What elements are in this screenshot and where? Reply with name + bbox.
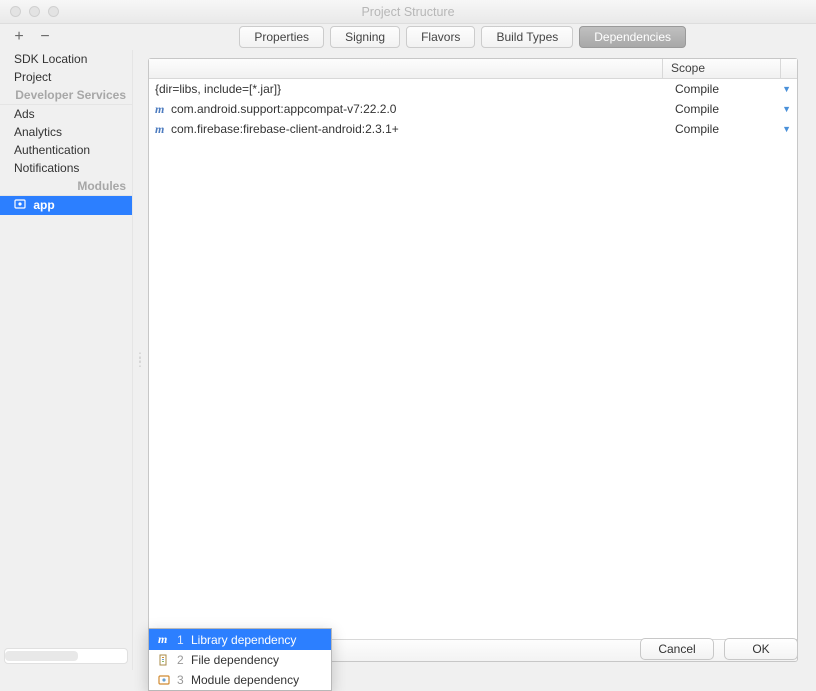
tab-signing[interactable]: Signing bbox=[330, 26, 400, 48]
chevron-down-icon: ▼ bbox=[782, 84, 791, 94]
sidebar-item-authentication[interactable]: Authentication bbox=[0, 141, 132, 159]
dependency-cell: m com.firebase:firebase-client-android:2… bbox=[149, 122, 675, 137]
column-header-dependency[interactable] bbox=[149, 59, 663, 78]
sidebar-heading-developer-services: Developer Services bbox=[0, 86, 132, 105]
window-zoom-icon[interactable] bbox=[48, 6, 59, 17]
menu-item-label: Library dependency bbox=[191, 633, 296, 647]
sidebar-item-project[interactable]: Project bbox=[0, 68, 132, 86]
tab-flavors[interactable]: Flavors bbox=[406, 26, 475, 48]
scope-value: Compile bbox=[675, 102, 719, 116]
scope-cell[interactable]: Compile ▼ bbox=[675, 82, 797, 96]
tab-dependencies[interactable]: Dependencies bbox=[579, 26, 686, 48]
add-module-button[interactable]: + bbox=[12, 28, 26, 46]
menu-item-file-dependency[interactable]: 2 File dependency bbox=[149, 650, 331, 670]
sidebar-item-label: app bbox=[33, 198, 54, 212]
dependency-label: com.firebase:firebase-client-android:2.3… bbox=[171, 122, 399, 136]
table-row[interactable]: m com.firebase:firebase-client-android:2… bbox=[149, 119, 797, 139]
maven-icon: m bbox=[155, 102, 167, 117]
tab-build-types[interactable]: Build Types bbox=[481, 26, 573, 48]
tab-properties[interactable]: Properties bbox=[239, 26, 324, 48]
menu-item-library-dependency[interactable]: m 1 Library dependency bbox=[149, 629, 331, 650]
splitter[interactable]: ⋮⋮ bbox=[133, 50, 140, 670]
menu-shortcut-number: 3 bbox=[177, 673, 185, 687]
sidebar-item-analytics[interactable]: Analytics bbox=[0, 123, 132, 141]
scope-value: Compile bbox=[675, 122, 719, 136]
toolbar: + − Properties Signing Flavors Build Typ… bbox=[0, 24, 816, 50]
menu-item-label: File dependency bbox=[191, 653, 279, 667]
titlebar: Project Structure bbox=[0, 0, 816, 24]
table-body: {dir=libs, include=[*.jar]} Compile ▼ m … bbox=[149, 79, 797, 639]
maven-icon: m bbox=[157, 632, 171, 647]
maven-icon: m bbox=[155, 122, 167, 137]
scope-cell[interactable]: Compile ▼ bbox=[675, 122, 797, 136]
remove-module-button[interactable]: − bbox=[38, 28, 52, 46]
window-minimize-icon[interactable] bbox=[29, 6, 40, 17]
ok-button[interactable]: OK bbox=[724, 638, 798, 660]
dependencies-table: Scope {dir=libs, include=[*.jar]} Compil… bbox=[148, 58, 798, 662]
sidebar-item-app[interactable]: app bbox=[0, 196, 132, 215]
menu-shortcut-number: 2 bbox=[177, 653, 185, 667]
sidebar-item-ads[interactable]: Ads bbox=[0, 105, 132, 123]
file-icon bbox=[157, 654, 171, 666]
module-icon bbox=[157, 674, 171, 686]
sidebar: SDK Location Project Developer Services … bbox=[0, 50, 133, 670]
window-title: Project Structure bbox=[8, 5, 808, 19]
sidebar-heading-modules: Modules bbox=[0, 177, 132, 196]
chevron-down-icon: ▼ bbox=[782, 124, 791, 134]
dependency-label: {dir=libs, include=[*.jar]} bbox=[155, 82, 281, 96]
tabs: Properties Signing Flavors Build Types D… bbox=[233, 26, 686, 48]
table-header: Scope bbox=[149, 59, 797, 79]
sidebar-item-sdk-location[interactable]: SDK Location bbox=[0, 50, 132, 68]
scope-value: Compile bbox=[675, 82, 719, 96]
dependency-label: com.android.support:appcompat-v7:22.2.0 bbox=[171, 102, 396, 116]
module-icon bbox=[14, 198, 28, 213]
column-header-scope[interactable]: Scope bbox=[663, 59, 781, 78]
main-panel: Scope {dir=libs, include=[*.jar]} Compil… bbox=[140, 50, 816, 670]
menu-shortcut-number: 1 bbox=[177, 633, 185, 647]
window-close-icon[interactable] bbox=[10, 6, 21, 17]
menu-item-label: Module dependency bbox=[191, 673, 299, 687]
scope-cell[interactable]: Compile ▼ bbox=[675, 102, 797, 116]
column-header-end bbox=[781, 59, 797, 78]
sidebar-hscrollbar[interactable] bbox=[4, 648, 128, 664]
sidebar-item-notifications[interactable]: Notifications bbox=[0, 159, 132, 177]
table-row[interactable]: m com.android.support:appcompat-v7:22.2.… bbox=[149, 99, 797, 119]
window-traffic-lights bbox=[10, 6, 59, 17]
table-row[interactable]: {dir=libs, include=[*.jar]} Compile ▼ bbox=[149, 79, 797, 99]
chevron-down-icon: ▼ bbox=[782, 104, 791, 114]
sidebar-list: SDK Location Project Developer Services … bbox=[0, 50, 132, 646]
dialog-buttons: Cancel OK bbox=[640, 638, 798, 660]
body: SDK Location Project Developer Services … bbox=[0, 50, 816, 670]
menu-item-module-dependency[interactable]: 3 Module dependency bbox=[149, 670, 331, 690]
dependency-cell: {dir=libs, include=[*.jar]} bbox=[149, 82, 675, 96]
scrollbar-thumb[interactable] bbox=[5, 651, 78, 661]
dependency-cell: m com.android.support:appcompat-v7:22.2.… bbox=[149, 102, 675, 117]
sidebar-add-remove: + − bbox=[12, 28, 52, 46]
cancel-button[interactable]: Cancel bbox=[640, 638, 714, 660]
